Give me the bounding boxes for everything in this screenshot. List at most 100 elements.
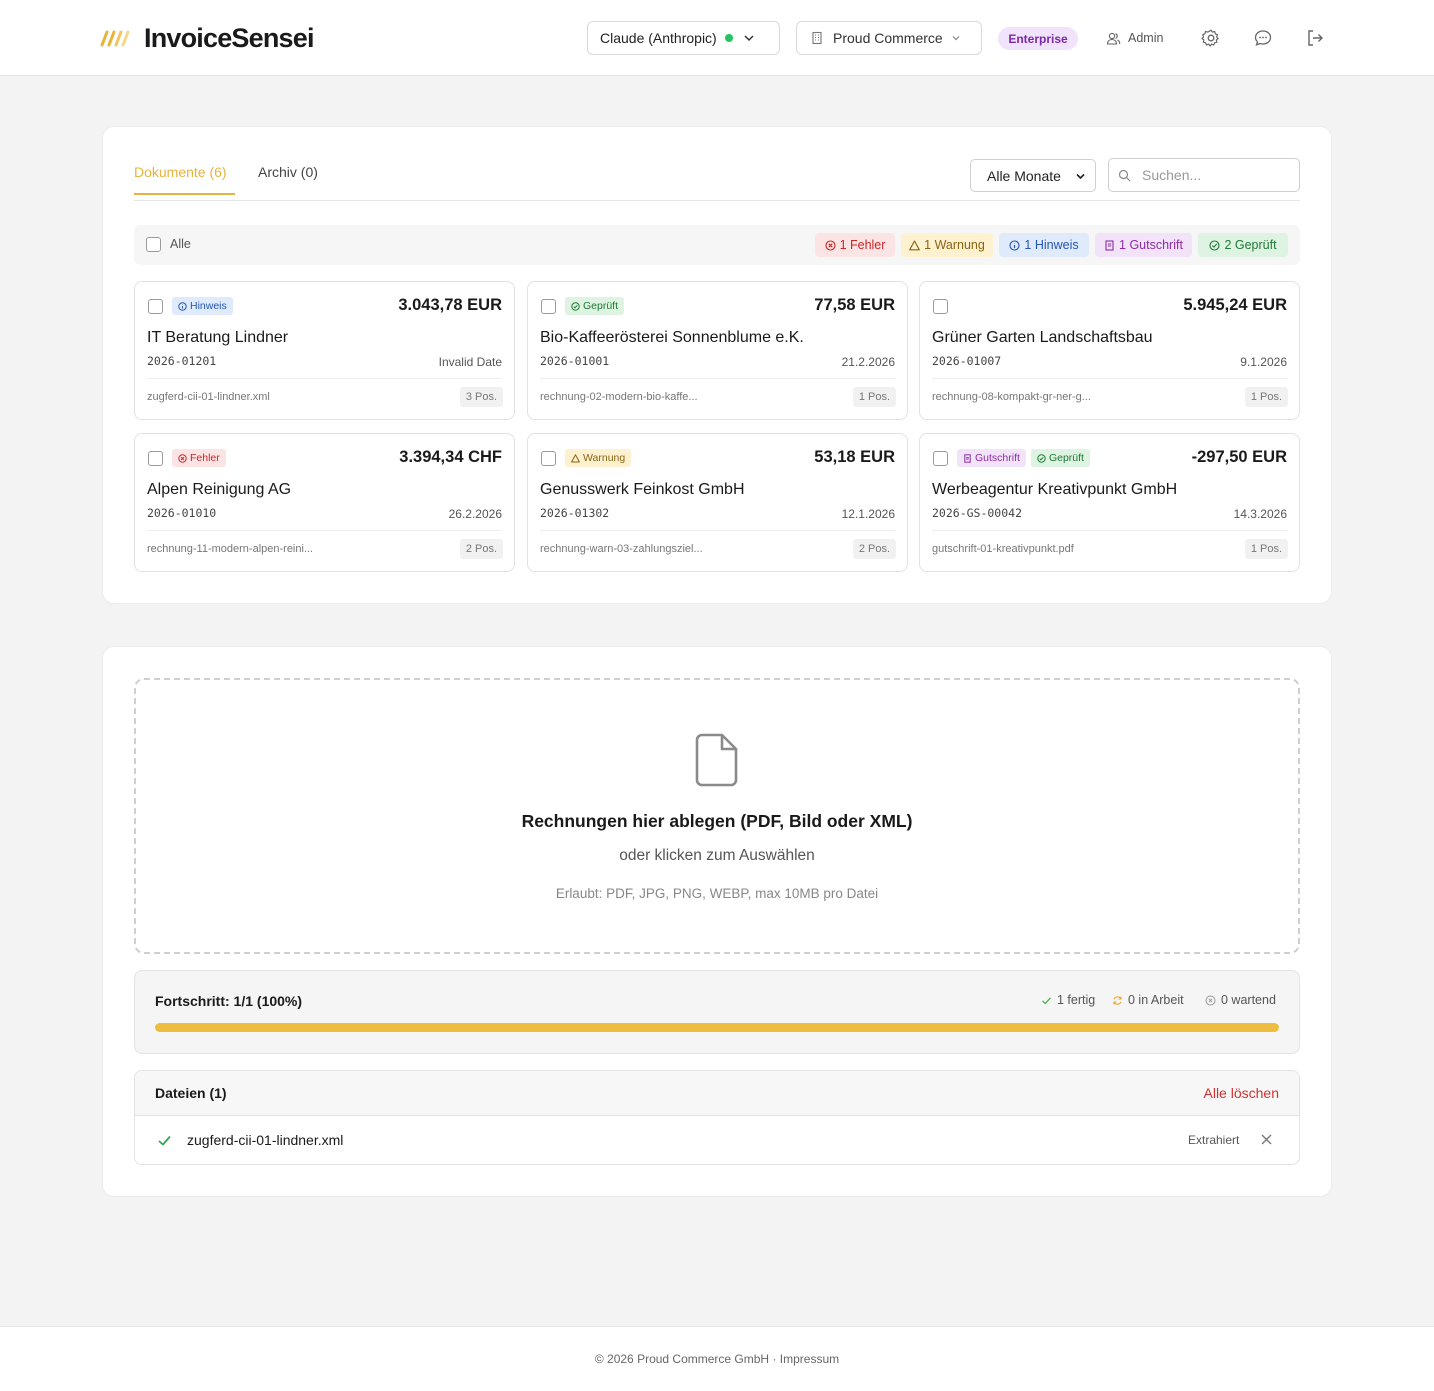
progress-in-work: 0 in Arbeit <box>1112 993 1184 1007</box>
chip-hints[interactable]: 1 Hinweis <box>999 233 1089 257</box>
check-circle-icon <box>571 301 580 311</box>
model-selector[interactable]: Claude (Anthropic) <box>587 21 780 55</box>
credit-note-icon <box>1105 239 1114 251</box>
tag-label: Gutschrift <box>975 452 1020 464</box>
document-amount: 77,58 EUR <box>814 296 895 314</box>
document-tags: Fehler <box>172 449 226 467</box>
progress-bar-fill <box>155 1023 1279 1032</box>
document-number: 2026-01302 <box>540 506 610 520</box>
search-icon <box>1118 169 1131 181</box>
app-header: InvoiceSensei Claude (Anthropic) Proud C… <box>0 0 1434 76</box>
tag-label: Warnung <box>583 452 626 464</box>
select-all-checkbox[interactable] <box>146 237 161 252</box>
document-filename: rechnung-08-kompakt-gr-ner-g... <box>932 391 1091 403</box>
document-checkbox[interactable] <box>541 299 556 314</box>
chip-warnings-label: 1 Warnung <box>924 238 985 252</box>
progress-waiting-label: 0 wartend <box>1221 993 1276 1007</box>
checked-tag: Geprüft <box>565 297 625 315</box>
users-icon <box>1106 32 1121 45</box>
document-positions: 1 Pos. <box>1244 539 1288 559</box>
status-dot-icon <box>724 34 733 42</box>
document-filename: gutschrift-01-kreativpunkt.pdf <box>932 543 1074 555</box>
document-filename: zugferd-cii-01-lindner.xml <box>147 391 270 403</box>
document-vendor: IT Beratung Lindner <box>147 329 289 346</box>
chip-errors[interactable]: 1 Fehler <box>815 233 895 257</box>
progress-done-label: 1 fertig <box>1057 993 1096 1007</box>
plan-badge: Enterprise <box>998 27 1078 50</box>
chip-checked[interactable]: 2 Geprüft <box>1198 233 1288 257</box>
chevron-down-icon <box>952 36 960 41</box>
file-name: zugferd-cii-01-lindner.xml <box>187 1132 344 1148</box>
document-amount: 3.043,78 EUR <box>398 296 502 314</box>
admin-link[interactable]: Admin <box>1106 29 1163 47</box>
document-card[interactable]: 5.945,24 EUR Grüner Garten Landschaftsba… <box>919 281 1300 420</box>
tab-archive[interactable]: Archiv (0) <box>258 164 318 180</box>
chip-errors-label: 1 Fehler <box>839 238 886 252</box>
divider <box>932 378 1287 379</box>
chat-icon[interactable] <box>1253 28 1273 48</box>
document-card[interactable]: Fehler 3.394,34 CHF Alpen Reinigung AG 2… <box>134 433 515 572</box>
document-vendor: Alpen Reinigung AG <box>147 481 292 498</box>
document-date: 9.1.2026 <box>1240 355 1287 369</box>
logo[interactable]: InvoiceSensei <box>100 20 315 56</box>
document-vendor: Grüner Garten Landschaftsbau <box>932 329 1153 346</box>
error-icon <box>178 453 187 463</box>
close-icon[interactable] <box>1260 1133 1273 1146</box>
divider <box>540 530 895 531</box>
document-positions: 1 Pos. <box>852 387 896 407</box>
document-amount: 3.394,34 CHF <box>399 448 502 466</box>
document-amount: -297,50 EUR <box>1191 448 1287 466</box>
progress-box <box>134 970 1300 1054</box>
info-icon <box>178 301 187 311</box>
tabs-divider <box>134 200 1300 201</box>
document-card[interactable]: Warnung 53,18 EUR Genusswerk Feinkost Gm… <box>527 433 908 572</box>
document-checkbox[interactable] <box>541 451 556 466</box>
document-checkbox[interactable] <box>148 451 163 466</box>
chevron-down-icon <box>1076 173 1085 180</box>
search-box <box>1108 158 1300 192</box>
document-card[interactable]: Geprüft 77,58 EUR Bio-Kaffeerösterei Son… <box>527 281 908 420</box>
upload-hint: Erlaubt: PDF, JPG, PNG, WEBP, max 10MB p… <box>555 886 879 901</box>
clear-all-button[interactable]: Alle löschen <box>1204 1085 1280 1101</box>
search-input[interactable] <box>1142 167 1292 183</box>
document-card[interactable]: Gutschrift Geprüft -297,50 EUR Werbeagen… <box>919 433 1300 572</box>
progress-waiting: 0 wartend <box>1205 993 1276 1007</box>
chip-warnings[interactable]: 1 Warnung <box>901 233 993 257</box>
progress-done: 1 fertig <box>1041 993 1095 1007</box>
checked-tag: Geprüft <box>1030 449 1090 467</box>
document-tags: Hinweis <box>172 297 233 315</box>
app-name: InvoiceSensei <box>144 22 315 53</box>
chip-checked-label: 2 Geprüft <box>1224 238 1277 252</box>
clock-icon <box>1205 995 1216 1005</box>
document-positions: 1 Pos. <box>1244 387 1288 407</box>
document-date: Invalid Date <box>438 355 502 369</box>
document-tags: Gutschrift Geprüft <box>957 449 1090 467</box>
document-number: 2026-01010 <box>147 506 217 520</box>
logout-icon[interactable] <box>1305 28 1325 48</box>
document-date: 21.2.2026 <box>841 355 895 369</box>
document-checkbox[interactable] <box>933 299 948 314</box>
upload-subtitle: oder klicken zum Auswählen <box>619 847 815 864</box>
chevron-down-icon <box>744 35 754 42</box>
active-tab-indicator <box>134 193 235 195</box>
month-filter-select[interactable]: Alle Monate <box>970 159 1096 192</box>
check-icon <box>1042 996 1051 1004</box>
footer-text: © 2026 Proud Commerce GmbH · Impressum <box>0 1352 1434 1366</box>
refresh-icon <box>1113 995 1122 1005</box>
document-vendor: Genusswerk Feinkost GmbH <box>540 481 745 498</box>
tab-documents[interactable]: Dokumente (6) <box>134 164 227 180</box>
gear-icon[interactable] <box>1201 28 1221 48</box>
document-vendor: Werbeagentur Kreativpunkt GmbH <box>932 481 1178 498</box>
chip-credit-notes[interactable]: 1 Gutschrift <box>1095 233 1192 257</box>
impressum-link[interactable]: Impressum <box>780 1352 839 1366</box>
admin-label: Admin <box>1128 31 1164 45</box>
document-number: 2026-01001 <box>540 354 610 368</box>
files-list <box>134 1070 1300 1165</box>
company-selector[interactable]: Proud Commerce <box>796 21 982 55</box>
document-card[interactable]: Hinweis 3.043,78 EUR IT Beratung Lindner… <box>134 281 515 420</box>
footer-separator: · <box>769 1352 780 1366</box>
document-checkbox[interactable] <box>933 451 948 466</box>
document-checkbox[interactable] <box>148 299 163 314</box>
month-filter-value: Alle Monate <box>987 167 1061 184</box>
tag-label: Fehler <box>190 452 220 464</box>
